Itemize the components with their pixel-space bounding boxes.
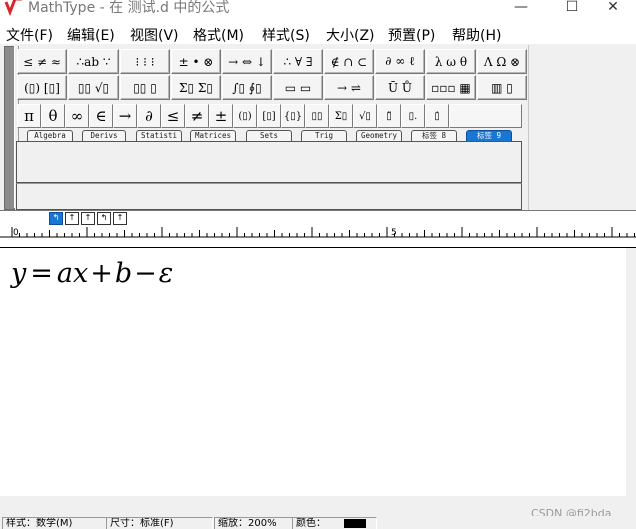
plus-sign: + (90, 258, 113, 289)
menu-bar: 文件(F) 编辑(E) 视图(V) 格式(M) 样式(S) 大小(Z) 预置(P… (0, 22, 636, 44)
fraction-radical-palette[interactable]: ▯▯ √▯ (68, 75, 119, 100)
maximize-button[interactable]: ☐ (549, 0, 595, 18)
misc-symbols-palette[interactable]: ∂ ∞ ℓ (375, 49, 425, 74)
close-button[interactable]: ✕ (590, 0, 636, 18)
editor-bottom-border (0, 496, 636, 497)
var-y: y (11, 258, 27, 289)
underbar-overbar-palette[interactable]: ▭ ▭ (273, 75, 323, 100)
symbol-infinity[interactable]: ∞ (65, 104, 89, 128)
subscript-superscript-palette[interactable]: ▯▯ ▯ (120, 75, 170, 100)
greek-uppercase-palette[interactable]: Λ Ω ⊗ (477, 49, 527, 74)
window-title: MathType - 在 测试.d 中的公式 (28, 0, 230, 16)
menu-size[interactable]: 大小(Z) (326, 25, 375, 45)
tab-label-8[interactable]: 标签 8 (411, 130, 457, 141)
tab-derivs[interactable]: Derivs (82, 130, 126, 141)
menu-help[interactable]: 帮助(H) (452, 25, 501, 45)
template-dot-accent[interactable]: ▯̇ (425, 104, 449, 128)
symbol-element-of[interactable]: ∈ (89, 104, 113, 128)
menu-view[interactable]: 视图(V) (130, 25, 179, 45)
symbol-right-arrow[interactable]: → (113, 104, 137, 128)
vertical-scrollbar[interactable] (626, 248, 636, 496)
tab-stop-relation-button[interactable]: ↰ (97, 212, 111, 225)
status-style: 样式：数学(M) (2, 517, 107, 529)
tab-trig[interactable]: Trig (301, 130, 347, 141)
template-parentheses[interactable]: (▯) (233, 104, 257, 128)
symbol-theta[interactable]: θ (41, 104, 65, 128)
tab-stop-left-button[interactable]: ↰ (49, 212, 63, 225)
symbol-not-equal[interactable]: ≠ (185, 104, 209, 128)
equals-sign: = (30, 258, 53, 289)
menu-file[interactable]: 文件(F) (6, 25, 53, 45)
symbol-less-equal[interactable]: ≤ (161, 104, 185, 128)
menu-style[interactable]: 样式(S) (262, 25, 310, 45)
ruler-label-0: 0 (13, 228, 19, 238)
logical-symbols-palette[interactable]: ∴ ∀ ∃ (273, 49, 323, 74)
tab-geometry[interactable]: Geometry (356, 130, 402, 141)
var-epsilon: ε (158, 258, 174, 289)
set-theory-symbols-palette[interactable]: ∉ ∩ ⊂ (324, 49, 374, 74)
labeled-arrows-palette[interactable]: → ⇌ (324, 75, 374, 100)
tab-content-panel-lower (16, 183, 522, 210)
template-braces[interactable]: {▯} (281, 104, 305, 128)
tab-statistics[interactable]: Statisti (136, 130, 182, 141)
fence-templates-palette[interactable]: (▯) [▯] (17, 75, 67, 100)
template-square-root[interactable]: √▯ (353, 104, 377, 128)
operator-symbols-palette[interactable]: ± • ⊗ (171, 49, 221, 74)
var-b: b (114, 258, 133, 289)
status-size: 尺寸：标准(F) (106, 517, 213, 529)
tab-stop-decimal-button[interactable]: ↑ (113, 212, 127, 225)
var-x: x (73, 258, 89, 289)
template-summation[interactable]: Σ▯ (329, 104, 353, 128)
summation-templates-palette[interactable]: Σ▯ Σ▯ (171, 75, 221, 100)
menu-format[interactable]: 格式(M) (193, 25, 244, 45)
equation[interactable]: y = ax+b−ε (11, 258, 173, 289)
products-set-theory-palette[interactable]: Ū Ů (375, 75, 425, 100)
symbol-pi[interactable]: π (17, 104, 41, 128)
tab-content-panel (16, 141, 522, 183)
symbol-bar-empty-slot (449, 104, 522, 128)
template-superscript[interactable]: ▯̈ (377, 104, 401, 128)
minus-sign: − (134, 258, 157, 289)
relational-symbols-palette[interactable]: ≤ ≠ ≈ (17, 49, 67, 74)
template-fraction[interactable]: ▯▯ (305, 104, 329, 128)
menu-edit[interactable]: 编辑(E) (67, 25, 115, 45)
palette-divider (528, 45, 529, 210)
template-brackets[interactable]: [▯] (257, 104, 281, 128)
symbol-partial[interactable]: ∂ (137, 104, 161, 128)
tab-stop-center-button[interactable]: ↑ (65, 212, 79, 225)
greek-lowercase-palette[interactable]: λ ω θ (426, 49, 476, 74)
tab-algebra[interactable]: Algebra (27, 130, 73, 141)
symbol-plus-minus[interactable]: ± (209, 104, 233, 128)
tab-sets[interactable]: Sets (246, 130, 292, 141)
title-bar: MathType - 在 测试.d 中的公式 — ☐ ✕ (0, 0, 636, 22)
spaces-ellipses-palette[interactable]: ∴ab ∵ (68, 49, 119, 74)
integral-templates-palette[interactable]: ∫▯ ∮▯ (222, 75, 272, 100)
tab-label-9[interactable]: 标签 9 (466, 130, 512, 141)
minimize-button[interactable]: — (498, 0, 544, 18)
ruler-label-5: 5 (391, 228, 397, 238)
template-subscript[interactable]: ▯. (401, 104, 425, 128)
tab-matrices[interactable]: Matrices (190, 130, 236, 141)
status-zoom: 缩放：200% (214, 517, 293, 529)
ruler[interactable]: 0 5 (0, 226, 636, 246)
tab-stop-right-button[interactable]: ↑ (81, 212, 95, 225)
menu-preferences[interactable]: 预置(P) (388, 25, 435, 45)
mathtype-logo-icon (4, 0, 22, 16)
box-templates-palette[interactable]: ▥ ▯ (477, 75, 527, 100)
color-swatch[interactable] (344, 519, 366, 528)
var-a: a (56, 258, 73, 289)
embellishments-palette[interactable]: ⁝ ⁝ ⁝ (120, 49, 170, 74)
ruler-separator (0, 210, 636, 211)
matrix-templates-palette[interactable]: ▫▫▫ ▦ (426, 75, 476, 100)
arrow-symbols-palette[interactable]: → ⇔ ↓ (222, 49, 272, 74)
